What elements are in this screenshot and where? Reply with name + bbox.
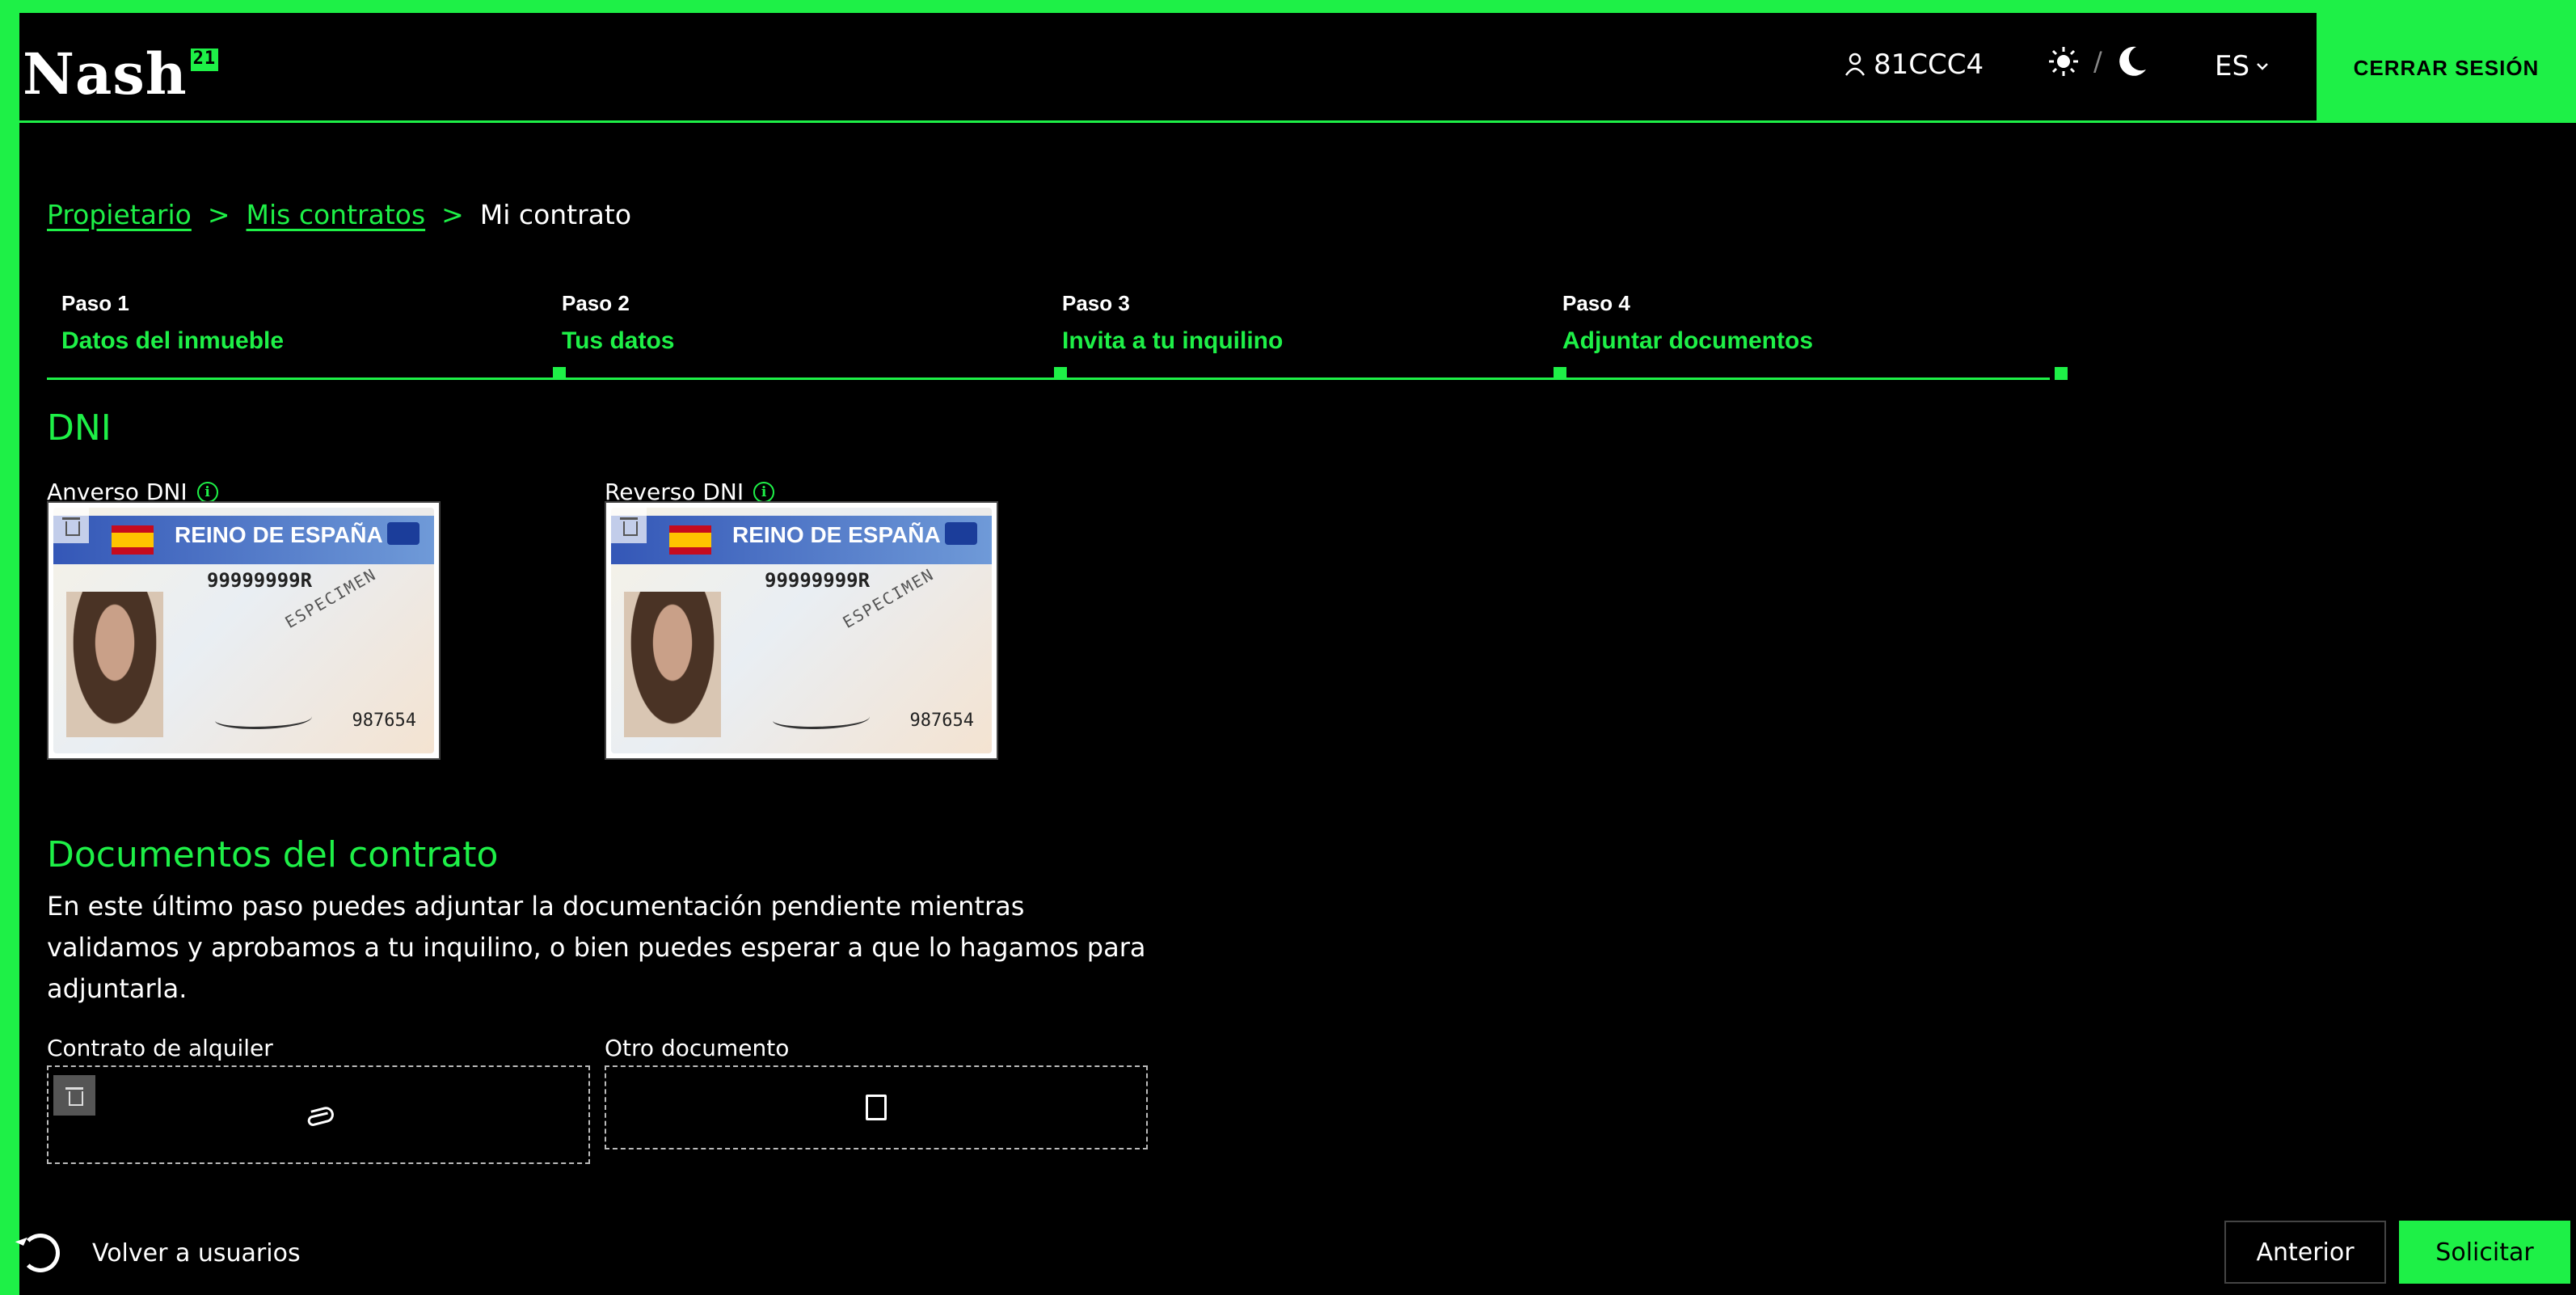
user-id: 81CCC4 [1874,49,1984,81]
refresh-icon [21,1234,60,1272]
delete-rental-contract-button[interactable] [53,1075,95,1116]
step-number: Paso 2 [562,291,630,315]
logo-text: Nash [23,40,188,108]
step-number: Paso 4 [1562,291,1630,315]
back-to-users-link[interactable]: Volver a usuarios [19,1234,301,1272]
documents-description: En este último paso puedes adjuntar la d… [47,891,1146,1004]
logout-button[interactable]: CERRAR SESIÓN [2317,13,2576,123]
back-dni-image[interactable]: REINO DE ESPAÑA 99999999R ESPECIMEN 9876… [605,501,998,760]
step-name: Datos del inmueble [61,327,285,354]
spain-flag [669,525,711,555]
spain-flag [112,525,154,555]
step-name: Adjuntar documentos [1562,327,1814,354]
card-signature [215,708,312,729]
info-icon[interactable]: i [753,481,775,503]
theme-separator: / [2093,46,2102,77]
other-document-label: Otro documento [605,1035,790,1061]
moon-icon[interactable] [2117,45,2148,78]
delete-back-dni-button[interactable] [611,508,647,543]
trash-icon [62,516,80,536]
step-marker [2055,367,2068,380]
rental-contract-upload[interactable] [47,1065,590,1164]
step-3[interactable]: Paso 3 Invita a tu inquilino [1048,291,1548,380]
eu-emblem [387,522,419,545]
submit-button[interactable]: Solicitar [2399,1221,2570,1284]
step-number: Paso 3 [1062,291,1130,315]
card-number: 99999999R [207,569,313,592]
app-frame: Nash 21 81CCC4 / ES CERRAR SESIÓN Propiet… [0,0,2576,1295]
logo-badge: 21 [190,49,219,71]
language-selector[interactable]: ES [2215,50,2269,82]
step-1[interactable]: Paso 1 Datos del inmueble [47,291,547,380]
sun-icon[interactable] [2048,46,2079,77]
rental-contract-label: Contrato de alquiler [47,1035,273,1061]
user-icon [1845,53,1866,76]
card-photo [624,592,721,737]
front-dni-image[interactable]: REINO DE ESPAÑA 99999999R ESPECIMEN 9876… [47,501,441,760]
paperclip-icon [307,1107,334,1126]
breadcrumb-separator: > [441,199,464,230]
back-to-users-text: Volver a usuarios [92,1238,301,1268]
breadcrumb-propietario[interactable]: Propietario [47,199,192,230]
breadcrumb-mis-contratos[interactable]: Mis contratos [247,199,426,230]
previous-button[interactable]: Anterior [2224,1221,2386,1284]
step-name: Invita a tu inquilino [1062,327,1284,354]
card-photo [66,592,163,737]
breadcrumb: Propietario > Mis contratos > Mi contrat… [47,199,631,230]
dni-section-title: DNI [47,407,112,449]
step-number: Paso 1 [61,291,129,315]
breadcrumb-separator: > [207,199,230,230]
documents-section-title: Documentos del contrato [47,834,499,875]
step-4[interactable]: Paso 4 Adjuntar documentos [1548,291,2048,380]
card-title: REINO DE ESPAÑA [175,522,383,547]
trash-icon [65,1086,83,1106]
stepper: Paso 1 Datos del inmueble Paso 2 Tus dat… [47,280,2068,380]
card-code: 987654 [352,711,416,731]
id-card-picture: REINO DE ESPAÑA 99999999R ESPECIMEN 9876… [53,508,434,753]
step-name: Tus datos [562,327,675,354]
trash-icon [620,516,638,536]
card-number: 99999999R [765,569,871,592]
user-account[interactable]: 81CCC4 [1845,49,1984,81]
card-code: 987654 [909,711,974,731]
logo[interactable]: Nash 21 [23,40,219,108]
card-title: REINO DE ESPAÑA [732,522,941,547]
step-2[interactable]: Paso 2 Tus datos [547,291,1048,380]
header: Nash 21 81CCC4 / ES CERRAR SESIÓN [19,13,2576,123]
other-document-upload[interactable] [605,1065,1148,1149]
breadcrumb-current: Mi contrato [479,199,632,230]
card-signature [773,708,870,729]
id-card-picture: REINO DE ESPAÑA 99999999R ESPECIMEN 9876… [611,508,992,753]
language-value: ES [2215,50,2250,82]
pdf-file-icon [866,1095,887,1120]
info-icon[interactable]: i [196,481,218,503]
theme-toggle: / [2048,45,2148,78]
eu-emblem [945,522,977,545]
chevron-down-icon [2257,63,2268,70]
delete-front-dni-button[interactable] [53,508,89,543]
